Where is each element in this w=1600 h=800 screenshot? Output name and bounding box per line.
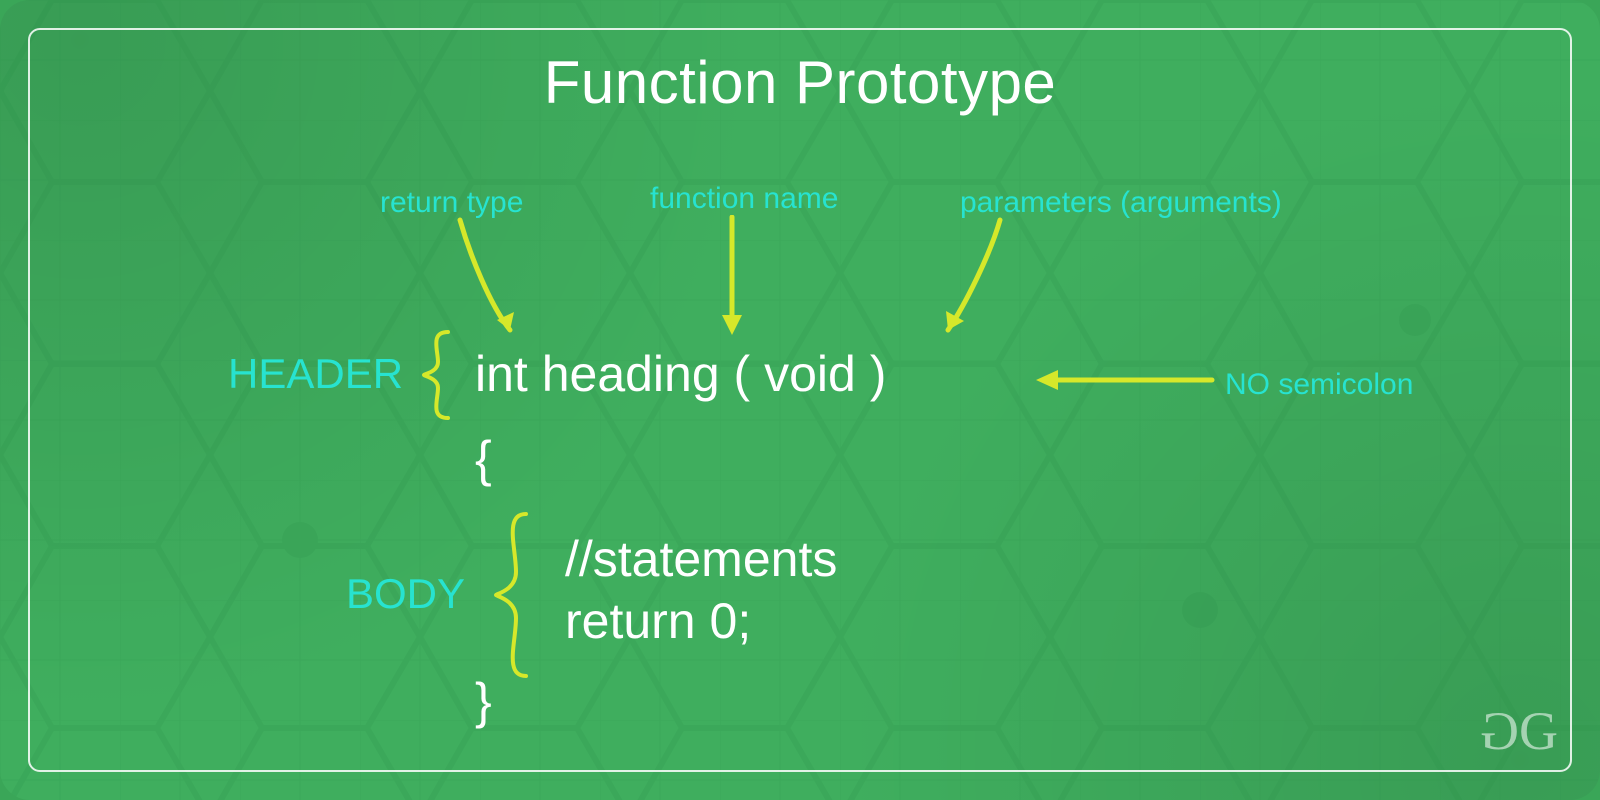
arrow-parameters-icon (930, 215, 1010, 345)
arrow-return-type-icon (450, 215, 530, 345)
annotation-function-name: function name (650, 182, 838, 216)
code-close-brace: } (475, 672, 492, 730)
annotation-no-semicolon: NO semicolon (1225, 368, 1413, 402)
code-line-2: return 0; (565, 592, 751, 650)
diagram-title: Function Prototype (0, 48, 1600, 117)
code-signature: int heading ( void ) (475, 345, 886, 403)
body-brace-icon (490, 510, 540, 680)
diagram-card: Function Prototype return type function … (0, 0, 1600, 800)
watermark-logo: GG (1486, 700, 1552, 762)
arrow-function-name-icon (720, 215, 744, 340)
label-header: HEADER (228, 350, 403, 398)
code-open-brace: { (475, 430, 492, 488)
arrow-no-semicolon-icon (1032, 365, 1217, 395)
label-body: BODY (346, 570, 465, 618)
code-line-1: //statements (565, 530, 837, 588)
